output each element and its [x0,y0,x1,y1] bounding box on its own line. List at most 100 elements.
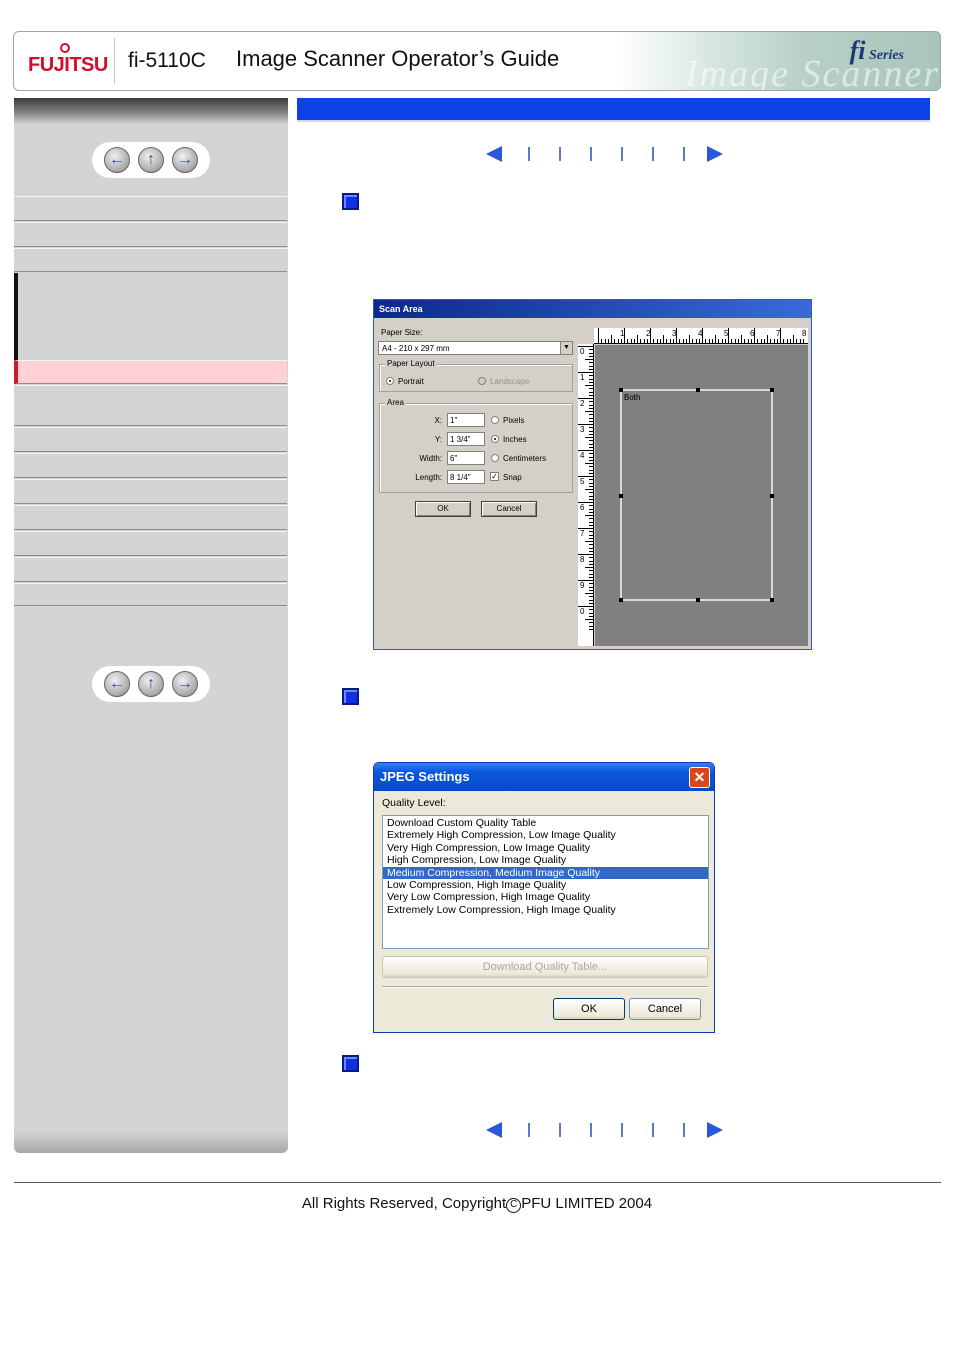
resize-handle[interactable] [770,494,774,498]
ruler-tick [589,430,593,432]
resize-handle[interactable] [770,598,774,602]
page-link[interactable] [559,147,561,161]
scan-area-rectangle[interactable]: Both [619,388,774,602]
quality-option[interactable]: Medium Compression, Medium Image Quality [383,866,708,879]
ruler-tick [760,339,762,343]
width-input[interactable]: 6" [447,451,485,465]
quality-option[interactable]: Low Compression, High Image Quality [383,879,708,891]
resize-handle[interactable] [619,598,623,602]
ruler-tick [721,339,723,343]
ruler-tick [578,580,593,581]
sidebar-item-10[interactable] [14,531,287,556]
ruler-tick [585,489,593,490]
download-quality-table-button[interactable]: Download Quality Table... [382,956,708,978]
length-input[interactable]: 8 1/4" [447,470,485,484]
page-link[interactable] [652,147,654,161]
landscape-label: Landscape [490,377,530,386]
ruler-tick [589,440,593,442]
page-link[interactable] [621,1123,623,1137]
quality-level-list[interactable]: Download Custom Quality Table Extremely H… [382,815,709,949]
page-link[interactable] [590,1123,592,1137]
page-nav-links [528,1123,685,1137]
ruler-tick [589,547,593,549]
quality-option[interactable]: Very High Compression, Low Image Quality [383,842,708,854]
back-arrow-icon[interactable]: ← [104,671,130,697]
ruler-tick [627,339,629,343]
cancel-button[interactable]: Cancel [629,998,701,1020]
paper-size-select[interactable]: A4 - 210 x 297 mm ▼ [378,341,573,355]
ruler-tick [786,339,788,343]
quality-option[interactable]: Download Custom Quality Table [383,817,708,829]
page-link[interactable] [559,1123,561,1137]
landscape-radio[interactable] [478,377,486,385]
ruler-tick [585,359,593,360]
sidebar-item-1[interactable] [14,196,287,221]
sidebar-item-3[interactable] [14,248,287,272]
scan-preview-canvas[interactable]: Both [595,345,808,646]
triangle-right-icon[interactable] [707,1122,723,1138]
sidebar-item-6[interactable] [14,427,287,452]
resize-handle[interactable] [619,388,623,392]
ruler-tick [589,407,593,409]
page-link[interactable] [683,147,685,161]
y-input[interactable]: 1 3/4" [447,432,485,446]
ruler-tick [589,576,593,578]
page-link[interactable] [528,1123,530,1137]
page-link[interactable] [683,1123,685,1137]
resize-handle[interactable] [619,494,623,498]
quality-option[interactable]: High Compression, Low Image Quality [383,854,708,866]
triangle-right-icon[interactable] [707,146,723,162]
triangle-left-icon[interactable] [486,146,502,162]
back-arrow-icon[interactable]: ← [104,147,130,173]
ruler-tick [776,339,778,343]
cancel-button[interactable]: Cancel [481,501,537,517]
resize-handle[interactable] [770,388,774,392]
forward-arrow-icon[interactable]: → [172,147,198,173]
portrait-radio[interactable] [386,377,394,385]
sidebar-submenu-group[interactable] [14,273,287,360]
chevron-down-icon[interactable]: ▼ [560,342,572,354]
ruler-tick [614,339,616,343]
x-input[interactable]: 1" [447,413,485,427]
quality-option[interactable]: Very Low Compression, High Image Quality [383,891,708,903]
page-link[interactable] [621,147,623,161]
sidebar-item-active[interactable] [14,360,287,384]
close-icon[interactable]: ✕ [689,767,710,788]
sidebar-item-9[interactable] [14,505,287,530]
page-link[interactable] [652,1123,654,1137]
up-arrow-icon[interactable]: ↑ [138,147,164,173]
sidebar-item-5[interactable] [14,385,287,426]
resize-handle[interactable] [696,598,700,602]
ok-button[interactable]: OK [415,501,471,517]
ruler-tick [589,433,593,435]
up-arrow-icon[interactable]: ↑ [138,671,164,697]
ruler-tick [589,550,593,552]
sidebar-item-8[interactable] [14,479,287,504]
page-link[interactable] [590,147,592,161]
sidebar-item-7[interactable] [14,453,287,478]
fujitsu-logo-mark [60,43,70,53]
ruler-tick [672,339,674,343]
ruler-tick [589,557,593,559]
pixels-radio[interactable] [491,416,499,424]
ruler-tick [589,381,593,383]
quality-option[interactable]: Extremely Low Compression, High Image Qu… [383,904,708,916]
ruler-tick [585,515,593,516]
ruler-tick [705,339,707,343]
ruler-tick [589,388,593,390]
ok-button[interactable]: OK [553,998,625,1020]
sidebar-item-11[interactable] [14,557,287,582]
snap-checkbox[interactable]: ✓ [490,472,499,481]
triangle-left-icon[interactable] [486,1122,502,1138]
ruler-tick [589,524,593,526]
resize-handle[interactable] [696,388,700,392]
sidebar-item-12[interactable] [14,583,287,606]
sidebar-item-2[interactable] [14,222,287,247]
forward-arrow-icon[interactable]: → [172,671,198,697]
quality-option[interactable]: Extremely High Compression, Low Image Qu… [383,829,708,841]
inches-radio[interactable] [491,435,499,443]
ruler-tick [578,606,593,607]
centimeters-radio[interactable] [491,454,499,462]
page-link[interactable] [528,147,530,161]
width-label: Width: [419,454,442,463]
